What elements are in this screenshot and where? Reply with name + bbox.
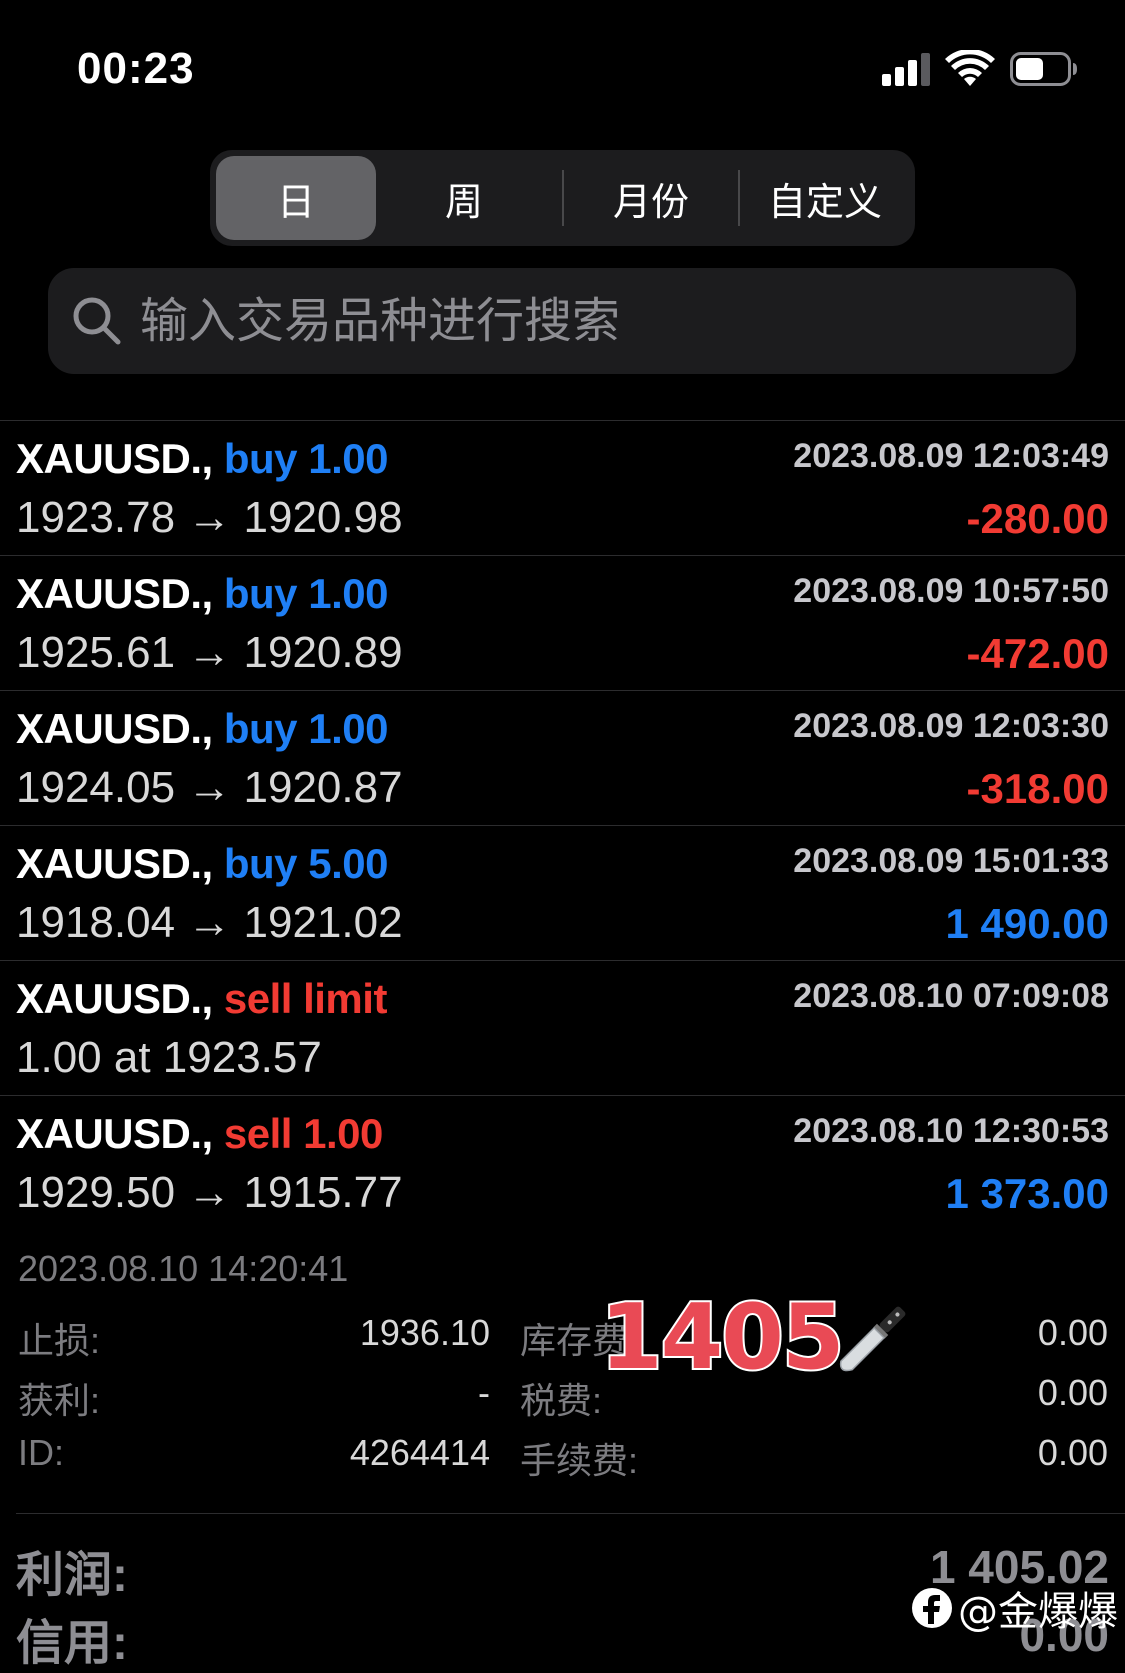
stop-loss-label: 止损: (18, 1320, 101, 1361)
search-bar[interactable] (48, 268, 1076, 374)
trade-profit: 1 490.00 (945, 900, 1110, 947)
status-bar: 00:23 (0, 0, 1125, 130)
trade-volume: 1.00 (308, 705, 388, 752)
swap-value: 0.00 (1037, 1312, 1108, 1353)
trade-datetime: 2023.08.10 12:30:53 (793, 1112, 1109, 1150)
cellular-signal-icon (882, 52, 934, 86)
tax-label: 税费: (520, 1380, 603, 1421)
status-time: 00:23 (77, 44, 195, 93)
watermark: @金爆爆 (910, 1580, 1118, 1636)
tax-value: 0.00 (1037, 1372, 1108, 1413)
trade-prices: 1923.78 → 1920.98 (16, 493, 403, 542)
trade-list: XAUUSD., buy 1.00 1923.78 → 1920.98 2023… (0, 420, 1125, 1230)
commission-label: 手续费: (520, 1440, 639, 1481)
trade-symbol: XAUUSD., (16, 705, 213, 752)
commission-value: 0.00 (1037, 1432, 1108, 1473)
trade-profit: -318.00 (966, 765, 1109, 812)
trade-details: 2023.08.10 14:20:41 止损: 1936.10 获利: - ID… (0, 1230, 1125, 1520)
trade-prices: 1.00 at 1923.57 (16, 1033, 322, 1082)
trade-row[interactable]: XAUUSD., buy 1.00 1925.61 → 1920.89 2023… (0, 555, 1125, 690)
trade-row[interactable]: XAUUSD., buy 1.00 1924.05 → 1920.87 2023… (0, 690, 1125, 825)
period-segmented-control: 日 周 月份 自定义 (210, 150, 915, 246)
trade-side: buy (223, 435, 298, 482)
trade-profit: -472.00 (966, 630, 1109, 677)
trade-symbol: XAUUSD., (16, 840, 213, 887)
id-label: ID: (18, 1432, 65, 1473)
sticker-text: 1405 (598, 1283, 846, 1392)
knife-icon (839, 1306, 906, 1372)
trade-volume: 1.00 (308, 435, 388, 482)
trade-datetime: 2023.08.09 12:03:30 (793, 707, 1109, 745)
search-icon (73, 297, 121, 345)
trade-symbol: XAUUSD., (16, 975, 213, 1022)
trade-profit: -280.00 (966, 495, 1109, 542)
trade-datetime: 2023.08.09 12:03:49 (793, 437, 1109, 475)
take-profit-label: 获利: (18, 1380, 101, 1421)
trade-row[interactable]: XAUUSD., buy 5.00 1918.04 → 1921.02 2023… (0, 825, 1125, 960)
trade-profit: 1 373.00 (945, 1170, 1110, 1217)
trade-prices: 1929.50 → 1915.77 (16, 1168, 403, 1217)
trade-symbol: XAUUSD., (16, 570, 213, 617)
trade-side: buy (223, 705, 298, 752)
trade-volume: 1.00 (308, 570, 388, 617)
trade-volume: 5.00 (308, 840, 388, 887)
platform-logo-icon (912, 1588, 952, 1628)
trade-symbol: XAUUSD., (16, 1110, 213, 1157)
trade-side: sell limit (223, 975, 388, 1022)
trade-row[interactable]: XAUUSD., sell limit 1.00 at 1923.57 2023… (0, 960, 1125, 1095)
trade-side: buy (223, 840, 298, 887)
watermark-text: @金爆爆 (958, 1589, 1118, 1635)
trade-datetime: 2023.08.09 15:01:33 (793, 842, 1109, 880)
stop-loss-value: 1936.10 (359, 1312, 490, 1353)
trade-datetime: 2023.08.09 10:57:50 (793, 572, 1109, 610)
trade-row[interactable]: XAUUSD., sell 1.00 1929.50 → 1915.77 202… (0, 1095, 1125, 1230)
tab-week[interactable]: 周 (376, 156, 552, 240)
detail-time: 2023.08.10 14:20:41 (18, 1248, 349, 1289)
tab-month[interactable]: 月份 (564, 156, 738, 240)
trade-prices: 1924.05 → 1920.87 (16, 763, 403, 812)
sticker-overlay: 1405 (598, 1283, 920, 1395)
credit-label: 信用: (16, 1617, 128, 1670)
trade-row[interactable]: XAUUSD., buy 1.00 1923.78 → 1920.98 2023… (0, 420, 1125, 555)
trade-symbol: XAUUSD., (16, 435, 213, 482)
search-input[interactable] (140, 268, 1040, 374)
trade-volume: 1.00 (303, 1110, 383, 1157)
trade-prices: 1925.61 → 1920.89 (16, 628, 403, 677)
trade-side: sell (223, 1110, 293, 1157)
battery-icon (1010, 52, 1077, 86)
trade-datetime: 2023.08.10 07:09:08 (793, 977, 1109, 1015)
id-value: 4264414 (349, 1432, 490, 1473)
wifi-icon (945, 50, 995, 86)
take-profit-value: - (478, 1372, 490, 1413)
trade-prices: 1918.04 → 1921.02 (16, 898, 403, 947)
tab-custom[interactable]: 自定义 (740, 156, 910, 240)
profit-label: 利润: (16, 1549, 128, 1602)
tab-day[interactable]: 日 (216, 156, 376, 240)
summary-divider (16, 1513, 1125, 1514)
trade-side: buy (223, 570, 298, 617)
